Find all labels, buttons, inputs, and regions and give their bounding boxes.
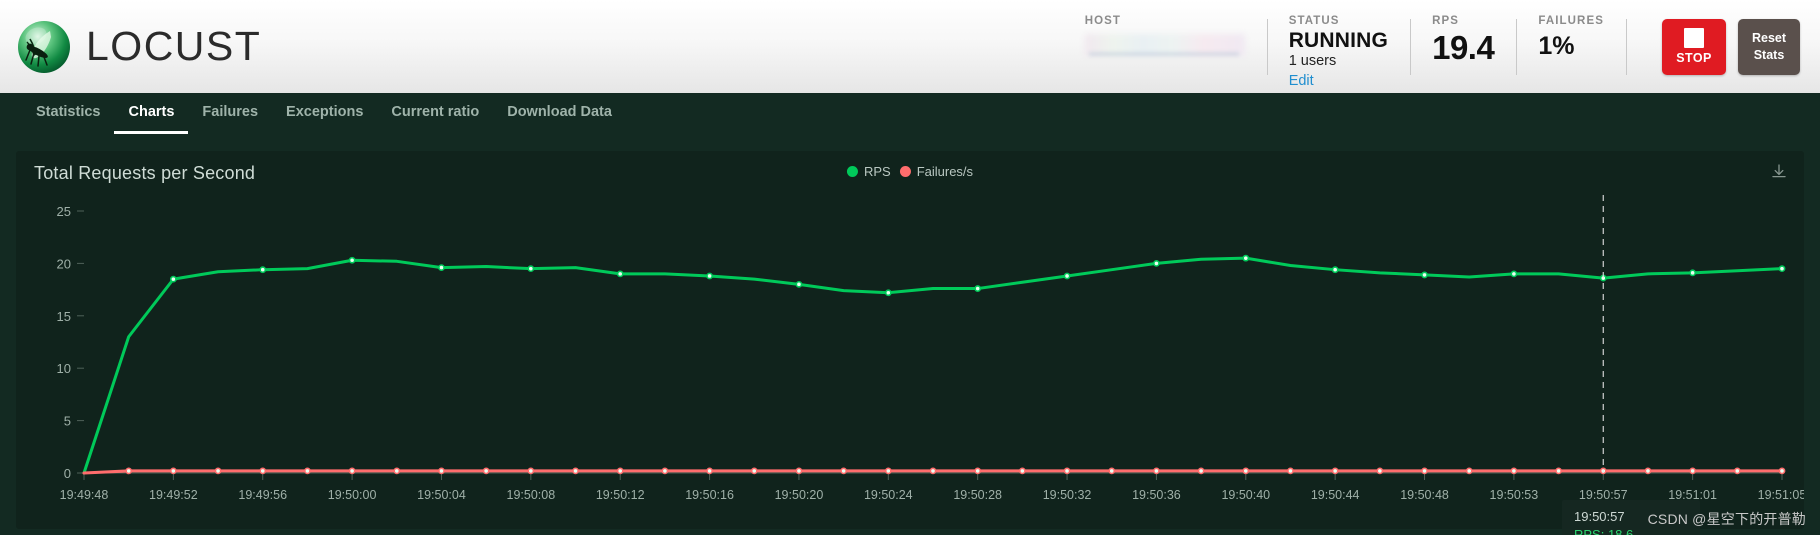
- stat-host: HOST: [1063, 15, 1267, 79]
- svg-text:19:50:20: 19:50:20: [775, 488, 824, 502]
- chart-plot: 0 5 10 15 20 25 19:49:48 19:49:52 19:49:56 19:50:…: [16, 195, 1804, 529]
- tab-failures[interactable]: Failures: [188, 93, 272, 134]
- status-label: STATUS: [1288, 14, 1340, 27]
- svg-text:20: 20: [57, 256, 71, 271]
- svg-text:19:49:52: 19:49:52: [149, 488, 198, 502]
- legend-dot-rps: [846, 166, 858, 177]
- chart-header: Total Requests per Second RPS Failures/s: [16, 151, 1804, 195]
- app-header: LOCUST HOST STATUS RUNNING 1 users Edit …: [0, 0, 1820, 93]
- stat-failures: FAILURES 1%: [1516, 15, 1626, 79]
- stat-status: STATUS RUNNING 1 users Edit: [1266, 14, 1410, 89]
- main-nav: Statistics Charts Failures Exceptions Cu…: [0, 93, 1820, 134]
- chart-svg: 0 5 10 15 20 25 19:49:48 19:49:52 19:49:56 19:50:…: [57, 195, 1804, 502]
- svg-text:19:49:56: 19:49:56: [238, 488, 287, 502]
- tab-charts[interactable]: Charts: [114, 93, 189, 134]
- locust-logo-icon: [16, 19, 72, 75]
- header-stats: HOST STATUS RUNNING 1 users Edit RPS 19.…: [1063, 14, 1800, 89]
- rps-label: RPS: [1432, 14, 1460, 27]
- legend-item-failures[interactable]: Failures/s: [899, 164, 974, 179]
- legend-dot-failures: [899, 166, 911, 177]
- svg-text:5: 5: [64, 414, 71, 429]
- chart-area: Total Requests per Second RPS Failures/s: [0, 134, 1820, 535]
- header-actions: STOP Reset Stats: [1626, 15, 1800, 79]
- brand-name: LOCUST: [86, 23, 262, 69]
- rps-chart-panel: Total Requests per Second RPS Failures/s: [16, 151, 1804, 535]
- edit-link[interactable]: Edit: [1289, 72, 1388, 91]
- failures-value: 1%: [1538, 31, 1575, 60]
- status-value: RUNNING: [1288, 28, 1389, 52]
- host-label: HOST: [1084, 14, 1122, 27]
- legend-label-failures: Failures/s: [916, 164, 974, 179]
- svg-text:19:50:44: 19:50:44: [1311, 488, 1360, 502]
- rps-value: 19.4: [1432, 28, 1495, 66]
- brand: LOCUST: [16, 19, 261, 75]
- host-value-underline: [1088, 52, 1239, 55]
- chart-legend: RPS Failures/s: [846, 164, 974, 179]
- watermark: CSDN @星空下的开普勒: [1647, 511, 1806, 527]
- svg-text:19:50:36: 19:50:36: [1132, 488, 1181, 502]
- svg-text:19:50:40: 19:50:40: [1221, 488, 1270, 502]
- tab-exceptions[interactable]: Exceptions: [272, 93, 377, 134]
- svg-text:10: 10: [57, 361, 71, 376]
- svg-text:19:50:28: 19:50:28: [953, 488, 1002, 502]
- svg-text:19:50:16: 19:50:16: [685, 488, 734, 502]
- stop-square-icon: [1684, 28, 1704, 48]
- svg-text:19:50:24: 19:50:24: [864, 488, 913, 502]
- svg-text:19:50:12: 19:50:12: [596, 488, 645, 502]
- legend-label-rps: RPS: [863, 164, 891, 179]
- users-count: 1 users: [1288, 53, 1337, 70]
- chart-title: Total Requests per Second: [34, 162, 256, 183]
- reset-stats-button[interactable]: Reset Stats: [1738, 18, 1800, 75]
- stop-button[interactable]: STOP: [1662, 18, 1726, 75]
- svg-text:25: 25: [57, 204, 71, 219]
- svg-text:19:50:04: 19:50:04: [417, 488, 466, 502]
- svg-text:19:49:48: 19:49:48: [60, 488, 109, 502]
- download-icon[interactable]: [1770, 163, 1788, 186]
- stat-rps: RPS 19.4: [1410, 15, 1516, 79]
- svg-text:0: 0: [64, 466, 71, 481]
- svg-text:19:50:53: 19:50:53: [1490, 488, 1539, 502]
- svg-text:19:50:00: 19:50:00: [328, 488, 377, 502]
- stop-button-label: STOP: [1676, 51, 1712, 65]
- legend-item-rps[interactable]: RPS: [846, 164, 891, 179]
- svg-text:19:50:48: 19:50:48: [1400, 488, 1449, 502]
- svg-text:19:50:32: 19:50:32: [1043, 488, 1092, 502]
- tab-current-ratio[interactable]: Current ratio: [377, 93, 493, 134]
- tab-statistics[interactable]: Statistics: [22, 93, 114, 134]
- failures-label: FAILURES: [1538, 14, 1604, 27]
- svg-text:15: 15: [57, 309, 71, 324]
- svg-text:19:51:05: 19:51:05: [1758, 488, 1804, 502]
- svg-text:19:50:08: 19:50:08: [507, 488, 556, 502]
- tab-download-data[interactable]: Download Data: [493, 93, 626, 134]
